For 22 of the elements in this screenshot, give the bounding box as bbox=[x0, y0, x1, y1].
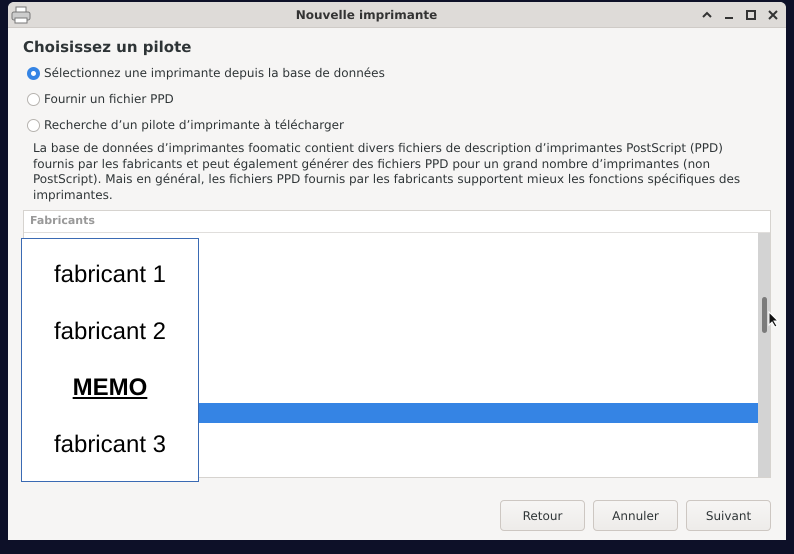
dialog-button[interactable]: Annuler bbox=[593, 500, 678, 531]
scrollbar-track[interactable] bbox=[758, 233, 770, 477]
option-label[interactable]: Sélectionnez une imprimante depuis la base de données bbox=[44, 66, 385, 80]
dialog-button[interactable]: Retour bbox=[500, 500, 585, 531]
option-label[interactable]: Fournir un fichier PPD bbox=[44, 92, 174, 106]
close-icon[interactable] bbox=[768, 10, 778, 20]
maximize-icon[interactable] bbox=[746, 10, 756, 20]
menu-item[interactable]: fabricant 1 bbox=[22, 261, 198, 290]
scrollbar-thumb[interactable] bbox=[762, 297, 767, 333]
menu-item[interactable]: MEMO bbox=[22, 374, 198, 402]
printer-icon bbox=[11, 6, 31, 24]
radio-button[interactable] bbox=[27, 66, 40, 80]
dialog-button[interactable]: Suivant bbox=[686, 500, 771, 531]
radio-button[interactable] bbox=[27, 92, 40, 106]
section-heading: Choisissez un pilote bbox=[23, 38, 192, 56]
radio-button[interactable] bbox=[27, 118, 40, 132]
collapse-icon[interactable] bbox=[702, 10, 712, 18]
description-text: La base de données d’imprimantes foomatic contient divers fichiers de description d’imprimantes PostScript (PPD) fournis par les fabricants et peut également générer des fichiers PPD pour un grand nombre d’imprimantes (non PostScript). Mais en général, les fichiers PPD fournis par les fabricants supportent mieux les fonctions spécifiques des imprimantes. bbox=[33, 141, 742, 203]
window-title: Nouvelle imprimante bbox=[294, 8, 438, 22]
menu-item[interactable]: fabricant 3 bbox=[22, 430, 198, 459]
menu-item[interactable]: fabricant 2 bbox=[22, 318, 198, 346]
option-label[interactable]: Recherche d’un pilote d’imprimante à télécharger bbox=[44, 118, 344, 132]
